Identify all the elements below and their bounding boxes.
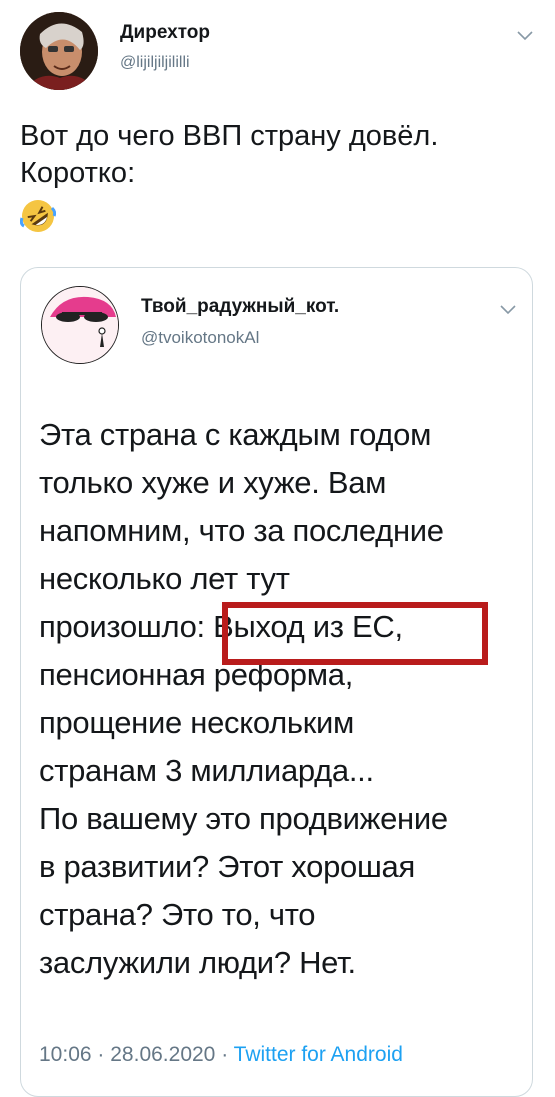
tweet-time: 10:06 bbox=[39, 1043, 92, 1066]
tweet-source-link[interactable]: Twitter for Android bbox=[234, 1043, 403, 1066]
quoted-author-name[interactable]: Твой_радужный_кот. bbox=[141, 296, 339, 318]
outer-author-handle[interactable]: @lijiljiljililli bbox=[120, 54, 190, 72]
text-line: несколько лет тут bbox=[39, 561, 290, 596]
quoted-tweet-card[interactable]: Твой_радужный_кот. @tvoikotonokAl Эта ст… bbox=[20, 267, 533, 1097]
text-line: странам 3 миллиарда... bbox=[39, 753, 374, 788]
pink-cat-avatar-image bbox=[42, 287, 118, 363]
text-line: По вашему это продвижение bbox=[39, 801, 448, 836]
tweet-meta: 10:06 · 28.06.2020 · Twitter for Android bbox=[39, 1043, 403, 1067]
quoted-author-avatar[interactable] bbox=[41, 286, 119, 364]
quoted-author-handle[interactable]: @tvoikotonokAl bbox=[141, 328, 259, 348]
text-line: Эта страна с каждым годом bbox=[39, 417, 432, 452]
quoted-tweet-text: Эта страна с каждым годом только хуже и … bbox=[39, 411, 519, 987]
text-line: заслужили люди? Нет. bbox=[39, 945, 356, 980]
meta-separator: · bbox=[221, 1043, 229, 1066]
avatar-photo bbox=[20, 12, 98, 90]
text-line: только хуже и хуже. Вам bbox=[39, 465, 387, 500]
outer-tweet-text: Вот до чего ВВП страну довёл. Коротко: bbox=[20, 120, 439, 189]
outer-author-name[interactable]: Дирехтор bbox=[120, 22, 210, 44]
text-line: страна? Это то, что bbox=[39, 897, 316, 932]
text-line: напомним, что за последние bbox=[39, 513, 444, 548]
meta-separator: · bbox=[97, 1043, 105, 1066]
outer-author-avatar[interactable] bbox=[20, 12, 98, 90]
text-line: в развитии? Этот хорошая bbox=[39, 849, 415, 884]
tweet-date: 28.06.2020 bbox=[110, 1043, 216, 1066]
red-highlight-box bbox=[222, 602, 488, 665]
rolling-on-floor-laughing-emoji-icon bbox=[20, 200, 56, 232]
chevron-down-icon[interactable] bbox=[499, 304, 517, 316]
chevron-down-icon[interactable] bbox=[516, 30, 534, 42]
text-line: прощение нескольким bbox=[39, 705, 355, 740]
